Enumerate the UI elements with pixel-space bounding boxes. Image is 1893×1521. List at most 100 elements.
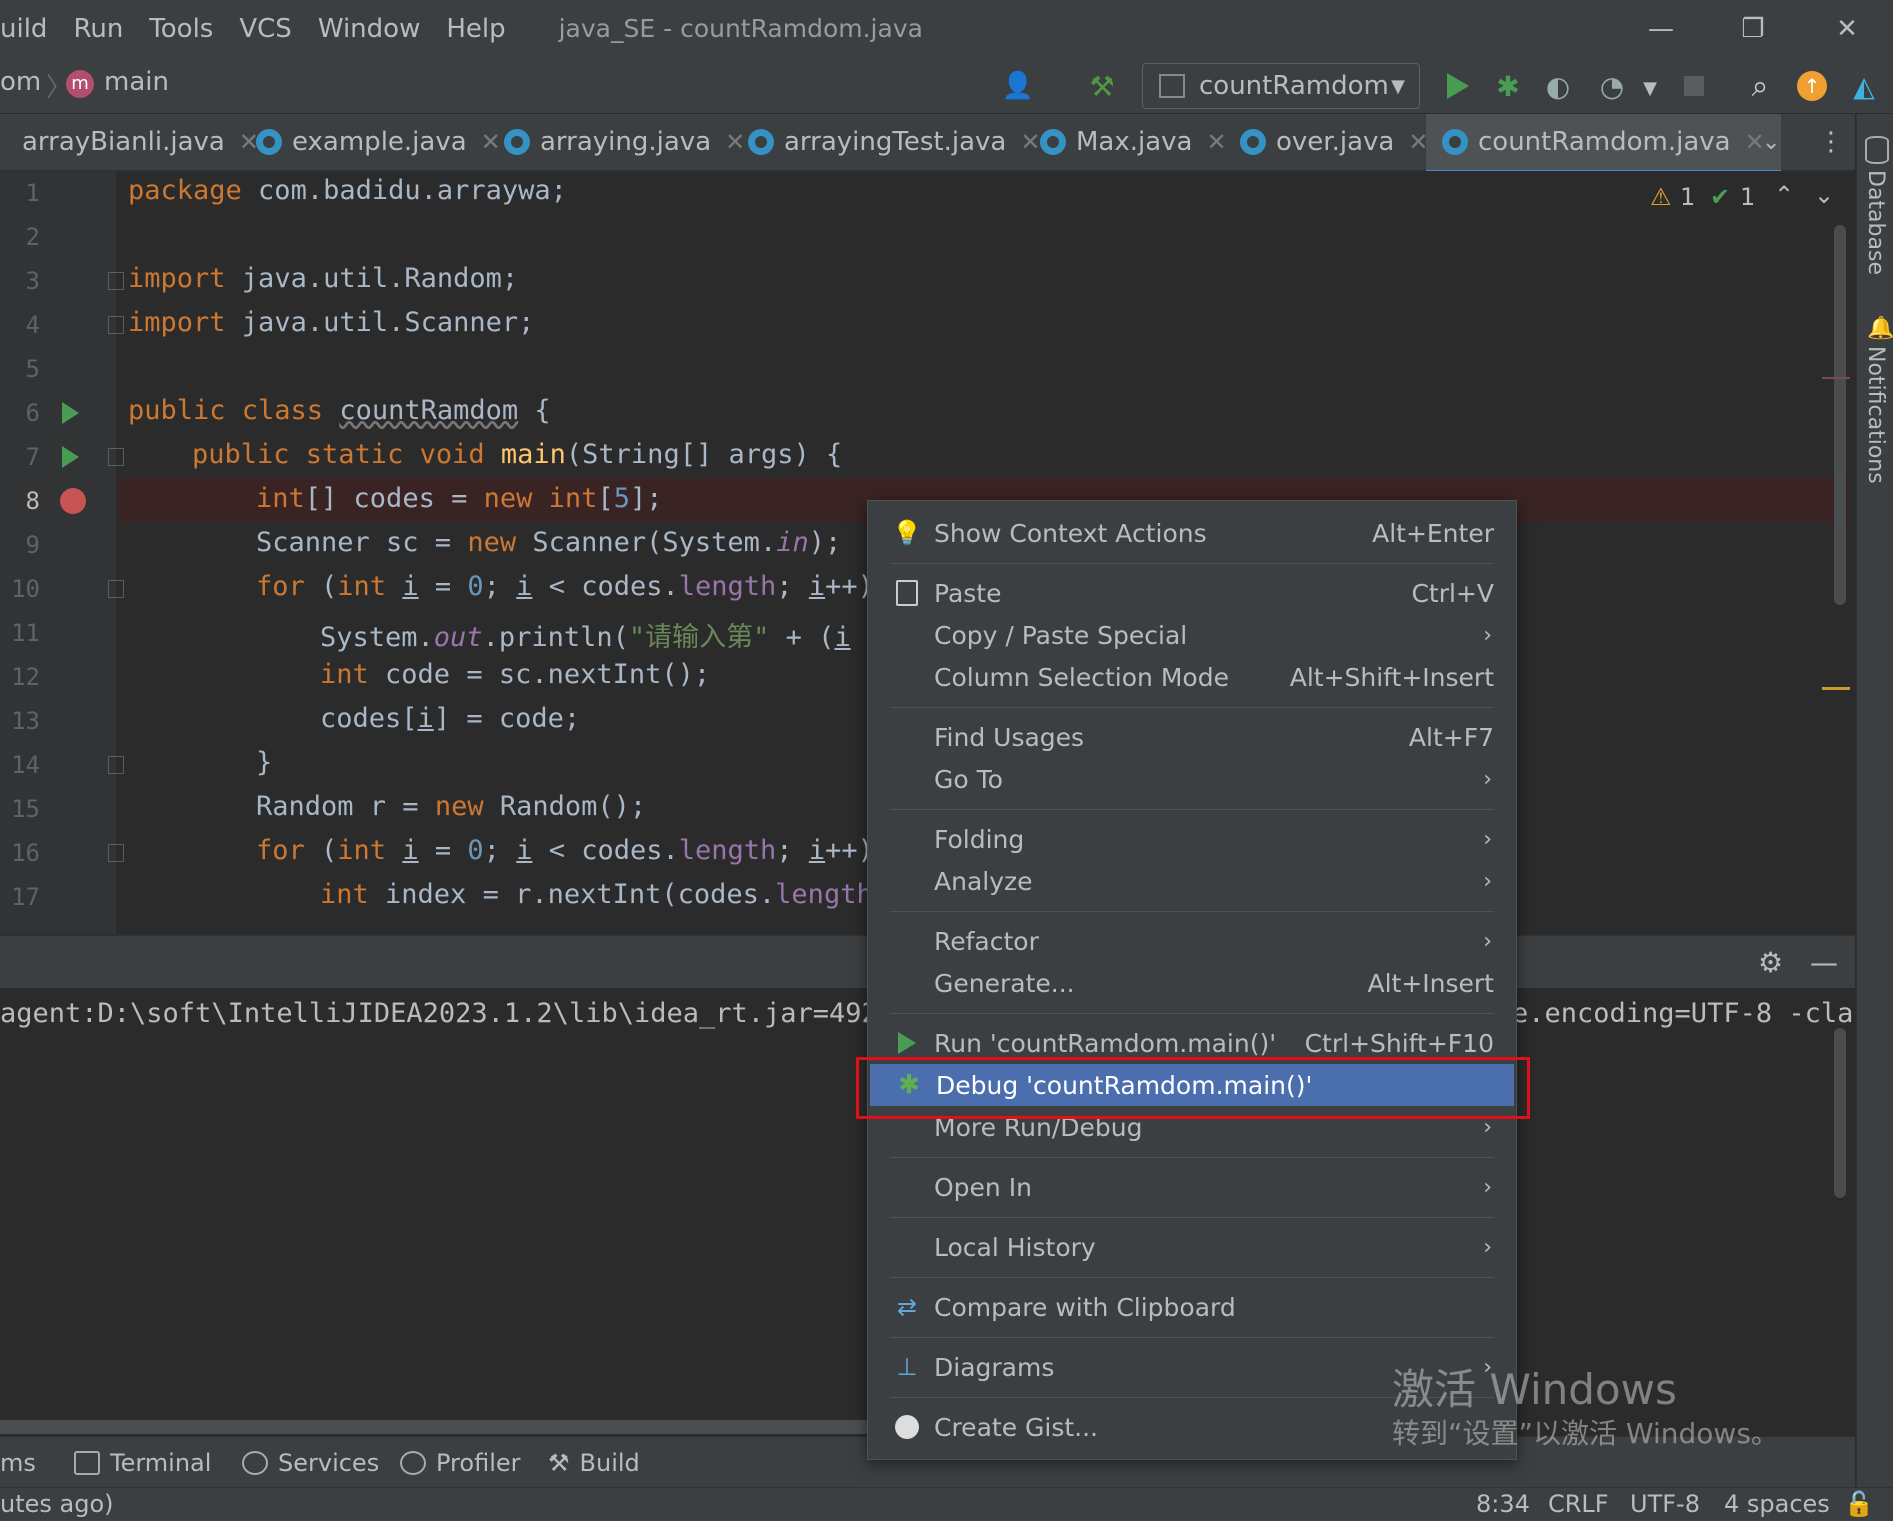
breakpoint-marker[interactable] <box>1822 377 1850 379</box>
run-gutter-icon[interactable] <box>62 402 79 424</box>
tab-label: over.java <box>1276 127 1395 157</box>
menu-build[interactable]: uild <box>0 14 60 44</box>
menu-generate[interactable]: Generate... Alt+Insert <box>868 962 1516 1004</box>
tab-arraying[interactable]: arraying.java ✕ <box>504 114 745 170</box>
menu-column-selection-mode[interactable]: Column Selection Mode Alt+Shift+Insert <box>868 656 1516 698</box>
breadcrumb-package[interactable]: om <box>0 67 41 97</box>
tab-over[interactable]: over.java ✕ <box>1240 114 1428 170</box>
tab-arrayBianli[interactable]: arrayBianli.java ✕ <box>0 114 259 170</box>
menu-vcs[interactable]: VCS <box>226 14 304 44</box>
file-encoding[interactable]: UTF-8 <box>1630 1490 1700 1518</box>
menu-folding[interactable]: Folding › <box>868 818 1516 860</box>
menu-local-history[interactable]: Local History › <box>868 1226 1516 1268</box>
tab-max[interactable]: Max.java ✕ <box>1040 114 1227 170</box>
menu-help[interactable]: Help <box>433 14 518 44</box>
close-icon[interactable]: ✕ <box>1812 0 1882 57</box>
menu-open-in[interactable]: Open In › <box>868 1166 1516 1208</box>
menu-window[interactable]: Window <box>305 14 434 44</box>
warning-marker[interactable] <box>1822 687 1850 690</box>
close-tab-icon[interactable]: ✕ <box>725 128 745 156</box>
gear-icon[interactable]: ⚙ <box>1758 946 1783 979</box>
code-line-10: for (int i = 0; i < codes.length; i++) <box>256 571 874 602</box>
menu-shortcut: Ctrl+V <box>1411 578 1494 608</box>
jetbrains-ai-icon[interactable]: ◭ <box>1846 68 1882 104</box>
editor-scrollbar[interactable] <box>1834 225 1846 605</box>
hammer-icon: ⚒ <box>548 1449 570 1477</box>
more-run-chevron-icon[interactable]: ▼ <box>1632 70 1668 106</box>
java-class-icon <box>1240 129 1266 155</box>
fold-icon[interactable] <box>108 844 124 862</box>
fold-icon[interactable] <box>108 316 124 334</box>
menu-compare-with-clipboard[interactable]: ⇄ Compare with Clipboard <box>868 1286 1516 1328</box>
database-tool-button[interactable]: Database <box>1863 170 1888 275</box>
tool-terminal[interactable]: Terminal <box>74 1449 211 1477</box>
stop-icon[interactable] <box>1676 68 1712 104</box>
menu-separator <box>890 911 1494 912</box>
tool-label: Services <box>278 1449 380 1477</box>
line-separator[interactable]: CRLF <box>1548 1490 1609 1518</box>
next-highlight-icon[interactable]: ⌄ <box>1814 181 1834 209</box>
search-icon[interactable]: ⌕ <box>1742 68 1778 104</box>
menu-shortcut: Alt+F7 <box>1408 722 1494 752</box>
console-scrollbar[interactable] <box>1834 1028 1846 1198</box>
fold-icon[interactable] <box>108 580 124 598</box>
right-tool-strip: Database 🔔 Notifications <box>1856 114 1893 1496</box>
coverage-icon[interactable]: ◐ <box>1540 68 1576 104</box>
fold-icon[interactable] <box>108 756 124 774</box>
build-hammer-icon[interactable]: ⚒ <box>1084 68 1120 104</box>
update-icon[interactable]: ↑ <box>1794 68 1830 104</box>
menu-run[interactable]: Run <box>60 14 136 44</box>
code-line-11: System.out.println("请输入第" + (i + <box>320 622 883 653</box>
tab-arrayingTest[interactable]: arrayingTest.java ✕ <box>748 114 1040 170</box>
code-line-15: Random r = new Random(); <box>256 791 647 822</box>
run-icon[interactable] <box>1440 68 1476 104</box>
line-number: 3 <box>25 267 40 295</box>
warning-count: 1 <box>1680 183 1696 211</box>
menu-paste[interactable]: Paste Ctrl+V <box>868 572 1516 614</box>
run-config-selector[interactable]: countRamdom ▼ <box>1142 63 1420 109</box>
menu-separator <box>890 707 1494 708</box>
tab-countRamdom[interactable]: countRamdom.java ✕ <box>1426 114 1781 174</box>
menu-refactor[interactable]: Refactor › <box>868 920 1516 962</box>
check-icon[interactable]: ✔ <box>1710 183 1730 211</box>
user-icon[interactable]: 👤 <box>1000 68 1036 104</box>
warning-icon[interactable]: ⚠ <box>1650 183 1672 211</box>
breakpoint-icon[interactable] <box>60 488 86 514</box>
menu-analyze[interactable]: Analyze › <box>868 860 1516 902</box>
fold-icon[interactable] <box>108 272 124 290</box>
menu-separator <box>890 1337 1494 1338</box>
caret-position[interactable]: 8:34 <box>1476 1490 1530 1518</box>
fold-icon[interactable] <box>108 448 124 466</box>
tool-profiler[interactable]: Profiler <box>400 1449 521 1477</box>
line-number: 10 <box>11 575 40 603</box>
close-tab-icon[interactable]: ✕ <box>1020 128 1040 156</box>
tool-problems[interactable]: ms <box>0 1449 36 1477</box>
lock-icon[interactable]: 🔓 <box>1844 1490 1874 1518</box>
prev-highlight-icon[interactable]: ⌃ <box>1774 181 1794 209</box>
debug-icon[interactable]: ✱ <box>1490 68 1526 104</box>
hide-panel-icon[interactable]: — <box>1810 946 1838 979</box>
profile-icon[interactable]: ◔ <box>1594 68 1630 104</box>
tool-build[interactable]: ⚒ Build <box>548 1449 640 1477</box>
close-tab-icon[interactable]: ✕ <box>481 128 501 156</box>
notifications-tool-button[interactable]: Notifications <box>1863 346 1888 484</box>
tab-list-chevron-icon[interactable]: ⌄ <box>1762 114 1780 170</box>
menu-go-to[interactable]: Go To › <box>868 758 1516 800</box>
menu-tools[interactable]: Tools <box>136 14 226 44</box>
more-options-icon[interactable]: ⋮ <box>1818 114 1844 170</box>
indent-setting[interactable]: 4 spaces <box>1724 1490 1830 1518</box>
close-tab-icon[interactable]: ✕ <box>1207 128 1227 156</box>
tool-services[interactable]: Services <box>242 1449 379 1477</box>
restore-icon[interactable]: ❐ <box>1718 0 1788 57</box>
tab-example[interactable]: example.java ✕ <box>256 114 501 170</box>
status-message[interactable]: utes ago) <box>0 1490 114 1518</box>
menu-copy-paste-special[interactable]: Copy / Paste Special › <box>868 614 1516 656</box>
services-icon <box>242 1451 268 1475</box>
menu-show-context-actions[interactable]: 💡 Show Context Actions Alt+Enter <box>868 512 1516 554</box>
run-gutter-icon[interactable] <box>62 446 79 468</box>
breadcrumb-method[interactable]: main <box>104 67 169 97</box>
menu-find-usages[interactable]: Find Usages Alt+F7 <box>868 716 1516 758</box>
console-horizontal-scrollbar[interactable] <box>0 1420 870 1434</box>
minimize-icon[interactable]: — <box>1626 0 1696 57</box>
menu-label: Compare with Clipboard <box>934 1292 1236 1322</box>
